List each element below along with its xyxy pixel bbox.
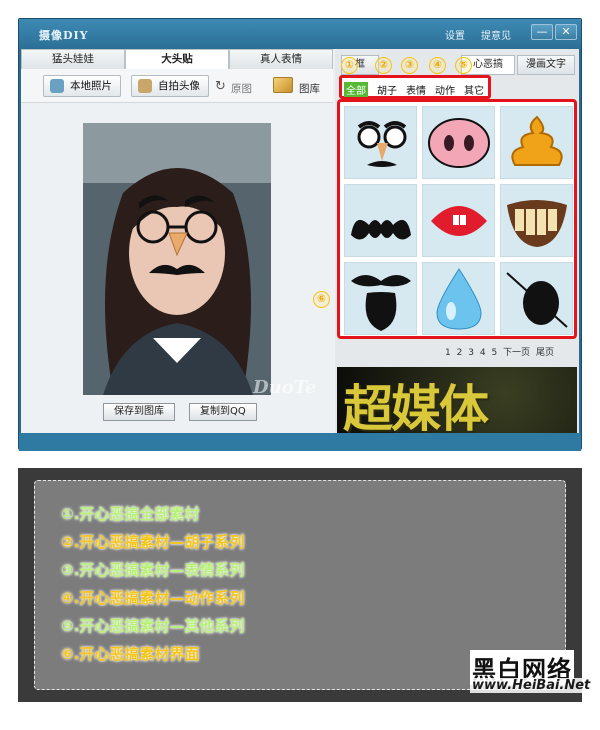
- gallery-button[interactable]: 图库: [299, 81, 320, 96]
- marker-1: ①: [341, 57, 358, 74]
- copy-to-qq-button[interactable]: 复制到QQ: [189, 403, 257, 421]
- legend-item-all: ①.开心恶搞全部素材: [61, 505, 200, 523]
- category-beard[interactable]: 胡子: [375, 82, 399, 97]
- sticker-lips-teeth[interactable]: [422, 184, 495, 257]
- sticker-panel: 框 心恶搞 漫画文字 全部 胡子 表情 动作 其它 1 2 3 4 5 下一页 …: [335, 49, 579, 433]
- sticker-moustache-curly[interactable]: [344, 184, 417, 257]
- marker-4: ④: [429, 57, 446, 74]
- page-4[interactable]: 4: [480, 348, 486, 358]
- portrait-image: [83, 123, 271, 395]
- marker-5: ⑤: [455, 57, 472, 74]
- lips-icon: [431, 206, 487, 236]
- selfie-label: 自拍头像: [158, 80, 200, 92]
- undo-icon[interactable]: ↻: [215, 79, 226, 94]
- category-all[interactable]: 全部: [344, 82, 368, 97]
- settings-link[interactable]: 设置: [445, 27, 465, 42]
- category-expression[interactable]: 表情: [404, 82, 428, 97]
- legend-item-interface: ⑥.开心恶搞素材界面: [61, 645, 200, 663]
- page-3[interactable]: 3: [468, 348, 474, 358]
- last-page-link[interactable]: 尾页: [536, 348, 554, 358]
- sticker-teeth[interactable]: [500, 184, 573, 257]
- app-title: 摄像DIY: [39, 29, 89, 42]
- marker-3: ③: [401, 57, 418, 74]
- original-button[interactable]: 原图: [231, 81, 252, 96]
- banner-text: 超媒体: [343, 380, 489, 433]
- toolbar: 本地照片 自拍头像 ↻ 原图 图库: [21, 69, 333, 103]
- ad-banner[interactable]: 超媒体: [337, 367, 577, 433]
- tab-monster-doll[interactable]: 猛头娃娃: [21, 49, 125, 69]
- logo-url: www.HeiBai.Net: [470, 678, 593, 693]
- poop-icon: [511, 115, 563, 166]
- next-page-link[interactable]: 下一页: [503, 348, 530, 358]
- sticker-water-drop[interactable]: [422, 262, 495, 335]
- sticker-glasses-nose[interactable]: [344, 106, 417, 179]
- watermark-text: DuoTe: [253, 377, 317, 398]
- tab-comic-text[interactable]: 漫画文字: [517, 55, 575, 75]
- heibai-logo: 黑白网络 www.HeiBai.Net: [462, 650, 598, 693]
- category-bar: 全部 胡子 表情 动作 其它: [339, 75, 491, 99]
- legend-item-other: ⑤.开心恶搞素材—其他系列: [61, 617, 245, 635]
- pig-nose-icon: [428, 118, 490, 168]
- legend-panel: ①.开心恶搞全部素材 ②.开心恶搞素材—胡子系列 ③.开心恶搞素材—表情系列 ④…: [18, 468, 593, 702]
- category-action[interactable]: 动作: [433, 82, 457, 97]
- legend-item-beard: ②.开心恶搞素材—胡子系列: [61, 533, 245, 551]
- tab-photo-sticker[interactable]: 大头贴: [125, 49, 229, 69]
- status-bar: [19, 433, 581, 451]
- mode-tabs: 猛头娃娃 大头贴 真人表情: [21, 49, 333, 69]
- camera-user-icon: [138, 79, 152, 93]
- marker-2: ②: [375, 57, 392, 74]
- gallery-icon[interactable]: [273, 77, 293, 93]
- local-photo-button[interactable]: 本地照片: [43, 75, 121, 97]
- selfie-button[interactable]: 自拍头像: [131, 75, 209, 97]
- eye-patch-icon: [506, 272, 568, 328]
- client-area: 猛头娃娃 大头贴 真人表情 本地照片 自拍头像 ↻ 原图 图库 保存到图库 复制…: [21, 49, 579, 433]
- sticker-poop[interactable]: [500, 106, 573, 179]
- page-2[interactable]: 2: [457, 348, 463, 358]
- user-photo-icon: [50, 79, 64, 93]
- page-1[interactable]: 1: [445, 348, 451, 358]
- page-5[interactable]: 5: [491, 348, 497, 358]
- legend-item-expression: ③.开心恶搞素材—表情系列: [61, 561, 245, 579]
- local-photo-label: 本地照片: [70, 80, 112, 92]
- glasses-nose-icon: [357, 121, 407, 167]
- sticker-beard[interactable]: [344, 262, 417, 335]
- save-to-gallery-button[interactable]: 保存到图库: [103, 403, 175, 421]
- sticker-grid: [337, 99, 577, 339]
- legend-item-action: ④.开心恶搞素材—动作系列: [61, 589, 245, 607]
- water-drop-icon: [436, 268, 482, 330]
- beard-icon: [351, 275, 411, 331]
- title-bar: 摄像DIY 设置 提意见 — ✕: [19, 19, 581, 49]
- feedback-link[interactable]: 提意见: [481, 27, 511, 42]
- sticker-eye-patch[interactable]: [500, 262, 573, 335]
- pager: 1 2 3 4 5 下一页 尾页: [445, 345, 557, 358]
- app-window: 摄像DIY 设置 提意见 — ✕ 猛头娃娃 大头贴 真人表情 本地照片 自拍头像…: [18, 18, 582, 451]
- category-other[interactable]: 其它: [462, 82, 486, 97]
- minimize-button[interactable]: —: [531, 24, 553, 40]
- sticker-pig-nose[interactable]: [422, 106, 495, 179]
- tab-real-expression[interactable]: 真人表情: [229, 49, 333, 69]
- close-button[interactable]: ✕: [555, 24, 577, 40]
- teeth-icon: [507, 200, 567, 247]
- preview-photo[interactable]: [83, 123, 271, 395]
- moustache-icon: [351, 219, 411, 240]
- marker-6: ⑥: [313, 291, 330, 308]
